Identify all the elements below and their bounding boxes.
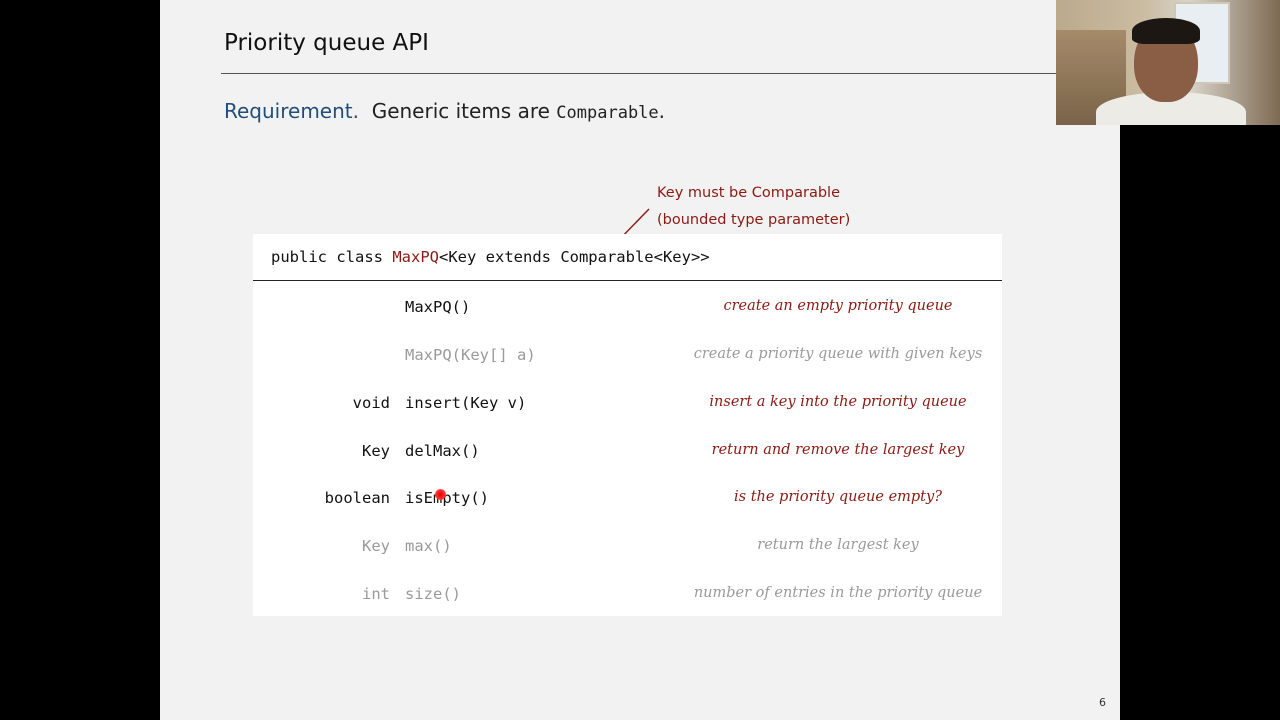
method-signature: max() (405, 537, 452, 555)
method-description: create a priority queue with given keys (693, 346, 983, 362)
class-signature: public class MaxPQ<Key extends Comparabl… (271, 248, 710, 266)
method-description: return the largest key (757, 537, 919, 553)
return-type: boolean (324, 489, 390, 507)
laser-pointer-icon (435, 489, 446, 500)
api-header: public class MaxPQ<Key extends Comparabl… (253, 234, 1002, 281)
return-type: Key (362, 442, 390, 460)
api-row: void insert(Key v) insert a key into the… (253, 394, 1002, 424)
method-description: is the priority queue empty? (734, 489, 942, 505)
api-row: MaxPQ(Key[] a) create a priority queue w… (253, 346, 1002, 376)
api-row: int size() number of entries in the prio… (253, 585, 1002, 615)
annotation-note: Key must be Comparable (bounded type par… (657, 180, 850, 234)
method-description: return and remove the largest key (711, 442, 965, 458)
api-row: MaxPQ() create an empty priority queue (253, 298, 1002, 328)
api-row: Key delMax() return and remove the large… (253, 442, 1002, 472)
slide-title: Priority queue API (224, 30, 429, 56)
presentation-slide: Priority queue API Requirement. Generic … (160, 0, 1120, 720)
webcam-presenter-hair (1132, 18, 1200, 44)
method-signature: isEmpty() (405, 489, 489, 507)
api-row: Key max() return the largest key (253, 537, 1002, 567)
requirement-text: Generic items are (371, 99, 550, 123)
requirement-code: Comparable (556, 103, 659, 123)
annotation-line-1: Key must be Comparable (657, 185, 841, 201)
method-signature: insert(Key v) (405, 394, 527, 412)
return-type: Key (362, 537, 390, 555)
method-signature: size() (405, 585, 461, 603)
signature-prefix: public class (271, 248, 393, 266)
webcam-overlay (1056, 0, 1280, 125)
api-table: public class MaxPQ<Key extends Comparabl… (253, 234, 1002, 616)
requirement-period: . (658, 99, 666, 123)
method-description: insert a key into the priority queue (709, 394, 967, 410)
return-type: int (362, 585, 390, 603)
api-row: boolean isEmpty() is the priority queue … (253, 489, 1002, 519)
return-type: void (352, 394, 390, 412)
requirement-line: Requirement. Generic items are Comparabl… (224, 99, 665, 123)
annotation-line-2: (bounded type parameter) (657, 212, 851, 228)
page-number: 6 (1099, 696, 1106, 709)
method-signature: MaxPQ() (405, 298, 471, 316)
method-signature: delMax() (405, 442, 480, 460)
requirement-label: Requirement. (224, 99, 359, 123)
signature-class-name: MaxPQ (392, 248, 439, 266)
method-description: number of entries in the priority queue (693, 585, 983, 601)
title-divider (221, 73, 1120, 74)
signature-generic: <Key extends Comparable<Key>> (439, 248, 710, 266)
method-signature: MaxPQ(Key[] a) (405, 346, 536, 364)
method-description: create an empty priority queue (723, 298, 953, 314)
